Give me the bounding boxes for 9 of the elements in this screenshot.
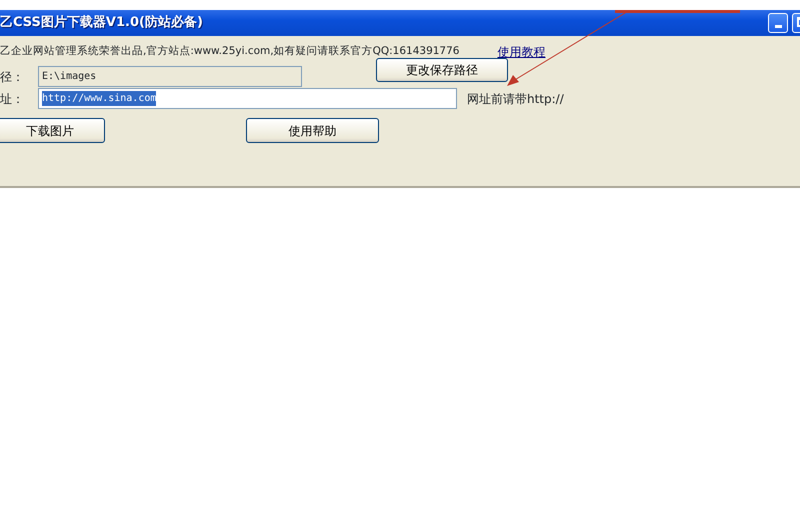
path-label: 径： — [0, 68, 25, 86]
minimize-button[interactable] — [768, 13, 788, 33]
info-text: 乙企业网站管理系统荣誉出品,官方站点:www.25yi.com,如有疑问请联系官方QQ:1614391776 — [0, 44, 460, 60]
url-hint: 网址前请带http:// — [467, 90, 564, 108]
window-title: 乙CSS图片下载器V1.0(防站必备) — [0, 14, 203, 32]
help-button[interactable]: 使用帮助 — [246, 118, 379, 143]
url-label: 址： — [0, 90, 25, 108]
download-button[interactable]: 下载图片 — [0, 118, 105, 143]
url-field[interactable]: http://www.sina.com — [38, 88, 457, 109]
